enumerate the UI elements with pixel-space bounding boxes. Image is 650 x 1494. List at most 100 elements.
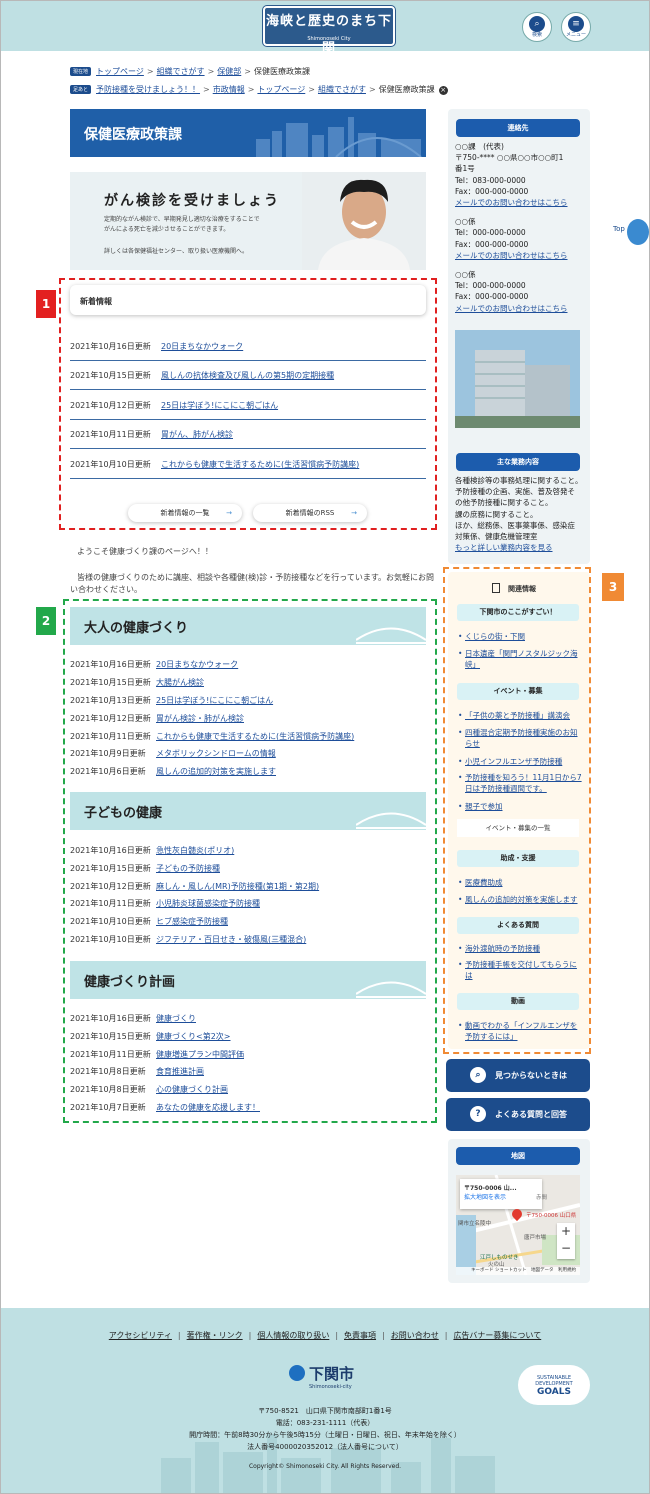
history-link[interactable]: 予防接種を受けましょう！！ [96, 85, 200, 94]
map-zoom-control[interactable]: + − [557, 1223, 575, 1259]
faq-button[interactable]: ? よくある質問と回答 [446, 1098, 590, 1131]
city-logo[interactable]: 下関市 Shimonoseki-city [289, 1363, 354, 1390]
list-link[interactable]: ヒブ感染症予防接種 [156, 917, 228, 926]
contact-mail-link[interactable]: メールでのお問い合わせはこちら [455, 251, 568, 260]
back-to-top-button[interactable]: Top [613, 219, 649, 245]
related-group-heading: 助成・支援 [457, 850, 579, 867]
footer-link[interactable]: お問い合わせ [391, 1331, 439, 1340]
list-item: 2021年10月16日更新 急性灰白髄炎(ポリオ) [70, 846, 235, 855]
related-link[interactable]: 日本遺産「関門ノスタルジック海峡」 [465, 649, 578, 669]
list-link[interactable]: 急性灰白髄炎(ポリオ) [156, 846, 234, 855]
list-link[interactable]: 大腸がん検診 [156, 678, 204, 687]
news-link[interactable]: 25日は学ぼう!にこにこ朝ごはん [161, 401, 278, 410]
sdgs-logo[interactable]: SUSTAINABLE DEVELOPMENT GOALS [518, 1365, 590, 1405]
list-link[interactable]: 麻しん・風しん(MR)予防接種(第1期・第2期) [156, 882, 319, 891]
footer-link[interactable]: 著作権・リンク [187, 1331, 243, 1340]
list-item: 2021年10月11日更新 これからも健康で生活するために(生活習慣病予防講座) [70, 732, 355, 741]
site-logo[interactable]: 海峡と歴史のまち下関 Shimonoseki City [263, 6, 395, 56]
related-link[interactable]: 海外渡航時の予防接種 [465, 944, 540, 953]
bridge-decoration [356, 627, 426, 644]
contact-mail-link[interactable]: メールでのお問い合わせはこちら [455, 304, 568, 313]
related-link[interactable]: 予防接種を知ろう！11月1日から7日は予防接種週間です。 [465, 773, 582, 793]
not-found-button[interactable]: ⌕ 見つからないときは [446, 1059, 590, 1092]
related-link[interactable]: くじらの街・下関 [465, 632, 525, 641]
menu-button[interactable]: ≡ メニュー [561, 12, 591, 42]
search-doc-icon: ⌕ [470, 1067, 486, 1083]
footer-tel: 電話：083-231-1111（代表） [275, 1419, 375, 1427]
news-link[interactable]: これからも健康で生活するために(生活習慣病予防講座) [161, 460, 359, 469]
crumb-link[interactable]: 保健部 [217, 67, 241, 76]
news-link[interactable]: 風しんの抗体検査及び風しんの第5期の定期接種 [161, 371, 334, 380]
footer-hours: 開庁時間：午前8時30分から午後5時15分（土曜日・日曜日、祝日、年末年始を除く… [189, 1431, 461, 1439]
site-header: 海峡と歴史のまち下関 Shimonoseki City ⌕ 検索 ≡ メニュー [1, 1, 649, 56]
enlarge-map-link[interactable]: 拡大地図を表示 [464, 1192, 538, 1201]
list-link[interactable]: これからも健康で生活するために(生活習慣病予防講座) [156, 732, 354, 741]
footer-link[interactable]: 広告バナー募集について [453, 1331, 541, 1340]
bridge-decoration [356, 981, 426, 998]
news-row: 2021年10月15日更新 風しんの抗体検査及び風しんの第5期の定期接種 [70, 360, 426, 390]
map-widget[interactable]: 〒750-0006 山... 拡大地図を表示 〒750-0006 山口県 赤間 関… [456, 1175, 580, 1275]
list-link[interactable]: 小児肺炎球菌感染症予防接種 [156, 899, 260, 908]
list-item: 2021年10月11日更新 小児肺炎球菌感染症予防接種 [70, 899, 260, 908]
related-link[interactable]: 親子で参加 [465, 802, 503, 811]
page-title: 保健医療政策課 [70, 109, 426, 157]
crumb-current: 保健医療政策課 [253, 67, 310, 76]
history-link[interactable]: トップページ [257, 85, 305, 94]
list-item: 2021年10月15日更新 大腸がん検診 [70, 678, 204, 687]
news-list-button[interactable]: 新着情報の一覧 → [128, 504, 242, 522]
annotation-label-1: 1 [36, 290, 56, 318]
list-link[interactable]: 健康増進プラン中間評価 [156, 1050, 244, 1059]
list-link[interactable]: 20日まちなかウォーク [156, 660, 238, 669]
cancer-screening-banner[interactable]: がん検診を受けましょう 定期的ながん検診で、早期発見し適切な治療をすることで がん… [70, 172, 426, 270]
crumb-link[interactable]: トップページ [96, 67, 144, 76]
related-link[interactable]: 小児インフルエンザ予防接種 [465, 757, 562, 766]
list-link[interactable]: ジフテリア・百日せき・破傷風(三種混合) [156, 935, 306, 944]
related-item: 「子供の薬と予防接種」講演会 [457, 710, 582, 721]
footer-link[interactable]: 免責事項 [344, 1331, 376, 1340]
related-item: 医療費助成 [457, 877, 582, 888]
business-more-link[interactable]: もっと詳しい業務内容を見る [455, 543, 553, 552]
news-rss-button[interactable]: 新着情報のRSS → [253, 504, 367, 522]
history-link[interactable]: 市政情報 [213, 85, 245, 94]
related-group-heading: イベント・募集 [457, 683, 579, 700]
events-list-button[interactable]: イベント・募集の一覧 [457, 819, 579, 837]
history-link[interactable]: 組織でさがす [318, 85, 366, 94]
related-link[interactable]: 動画でわかる「インフルエンザを予防するには」 [465, 1021, 577, 1041]
list-link[interactable]: 食育推進計画 [156, 1067, 204, 1076]
list-link[interactable]: 健康づくり [156, 1014, 196, 1023]
footer-link[interactable]: アクセシビリティ [109, 1331, 172, 1340]
close-icon[interactable]: × [438, 86, 448, 95]
list-link[interactable]: 風しんの追加的対策を実施します [156, 767, 276, 776]
history-breadcrumb: 足あと 予防接種を受けましょう！！ > 市政情報 > トップページ > 組織でさがす > 保健医療… [70, 84, 448, 95]
footer-corp-number[interactable]: 法人番号4000020352012（法人番号について） [1, 1441, 649, 1453]
page-frame: 海峡と歴史のまち下関 Shimonoseki City ⌕ 検索 ≡ メニュー 現在地… [0, 0, 650, 1494]
list-link[interactable]: 胃がん検診・肺がん検診 [156, 714, 244, 723]
crumb-link[interactable]: 組織でさがす [157, 67, 205, 76]
list-item: 2021年10月10日更新 ヒブ感染症予防接種 [70, 917, 228, 926]
list-item: 2021年10月13日更新 25日は学ぼう!にこにこ朝ごはん [70, 696, 274, 705]
list-link[interactable]: メタボリックシンドロームの情報 [156, 749, 276, 758]
list-link[interactable]: 子どもの予防接種 [156, 864, 220, 873]
contact-mail-link[interactable]: メールでのお問い合わせはこちら [455, 198, 568, 207]
related-link[interactable]: 医療費助成 [465, 878, 503, 887]
related-group-heading: 下関市のここがすごい！ [457, 604, 579, 621]
list-item: 2021年10月12日更新 胃がん検診・肺がん検診 [70, 714, 244, 723]
related-link[interactable]: 予防接種手帳を交付してもらうには [465, 960, 577, 980]
list-link[interactable]: 心の健康づくり計画 [156, 1085, 228, 1094]
search-button[interactable]: ⌕ 検索 [522, 12, 552, 42]
news-link[interactable]: 20日まちなかウォーク [161, 342, 243, 351]
news-link[interactable]: 胃がん、肺がん検診 [161, 430, 233, 439]
news-heading: 新着情報 [70, 285, 426, 315]
list-item: 2021年10月8日更新 心の健康づくり計画 [70, 1085, 228, 1094]
bridge-decoration [356, 812, 426, 829]
related-item: 風しんの追加的対策を実施します [457, 894, 582, 905]
list-link[interactable]: 25日は学ぼう!にこにこ朝ごはん [156, 696, 273, 705]
city-mark-icon [289, 1365, 305, 1381]
annotation-label-3: 3 [602, 573, 624, 601]
list-link[interactable]: あなたの健康を応援します！ [156, 1103, 260, 1112]
footer-link[interactable]: 個人情報の取り扱い [257, 1331, 329, 1340]
related-link[interactable]: 「子供の薬と予防接種」講演会 [465, 711, 570, 720]
related-link[interactable]: 四種混合定期予防接種実施のお知らせ [465, 728, 578, 748]
related-link[interactable]: 風しんの追加的対策を実施します [465, 895, 578, 904]
list-link[interactable]: 健康づくり<第2次> [156, 1032, 231, 1041]
